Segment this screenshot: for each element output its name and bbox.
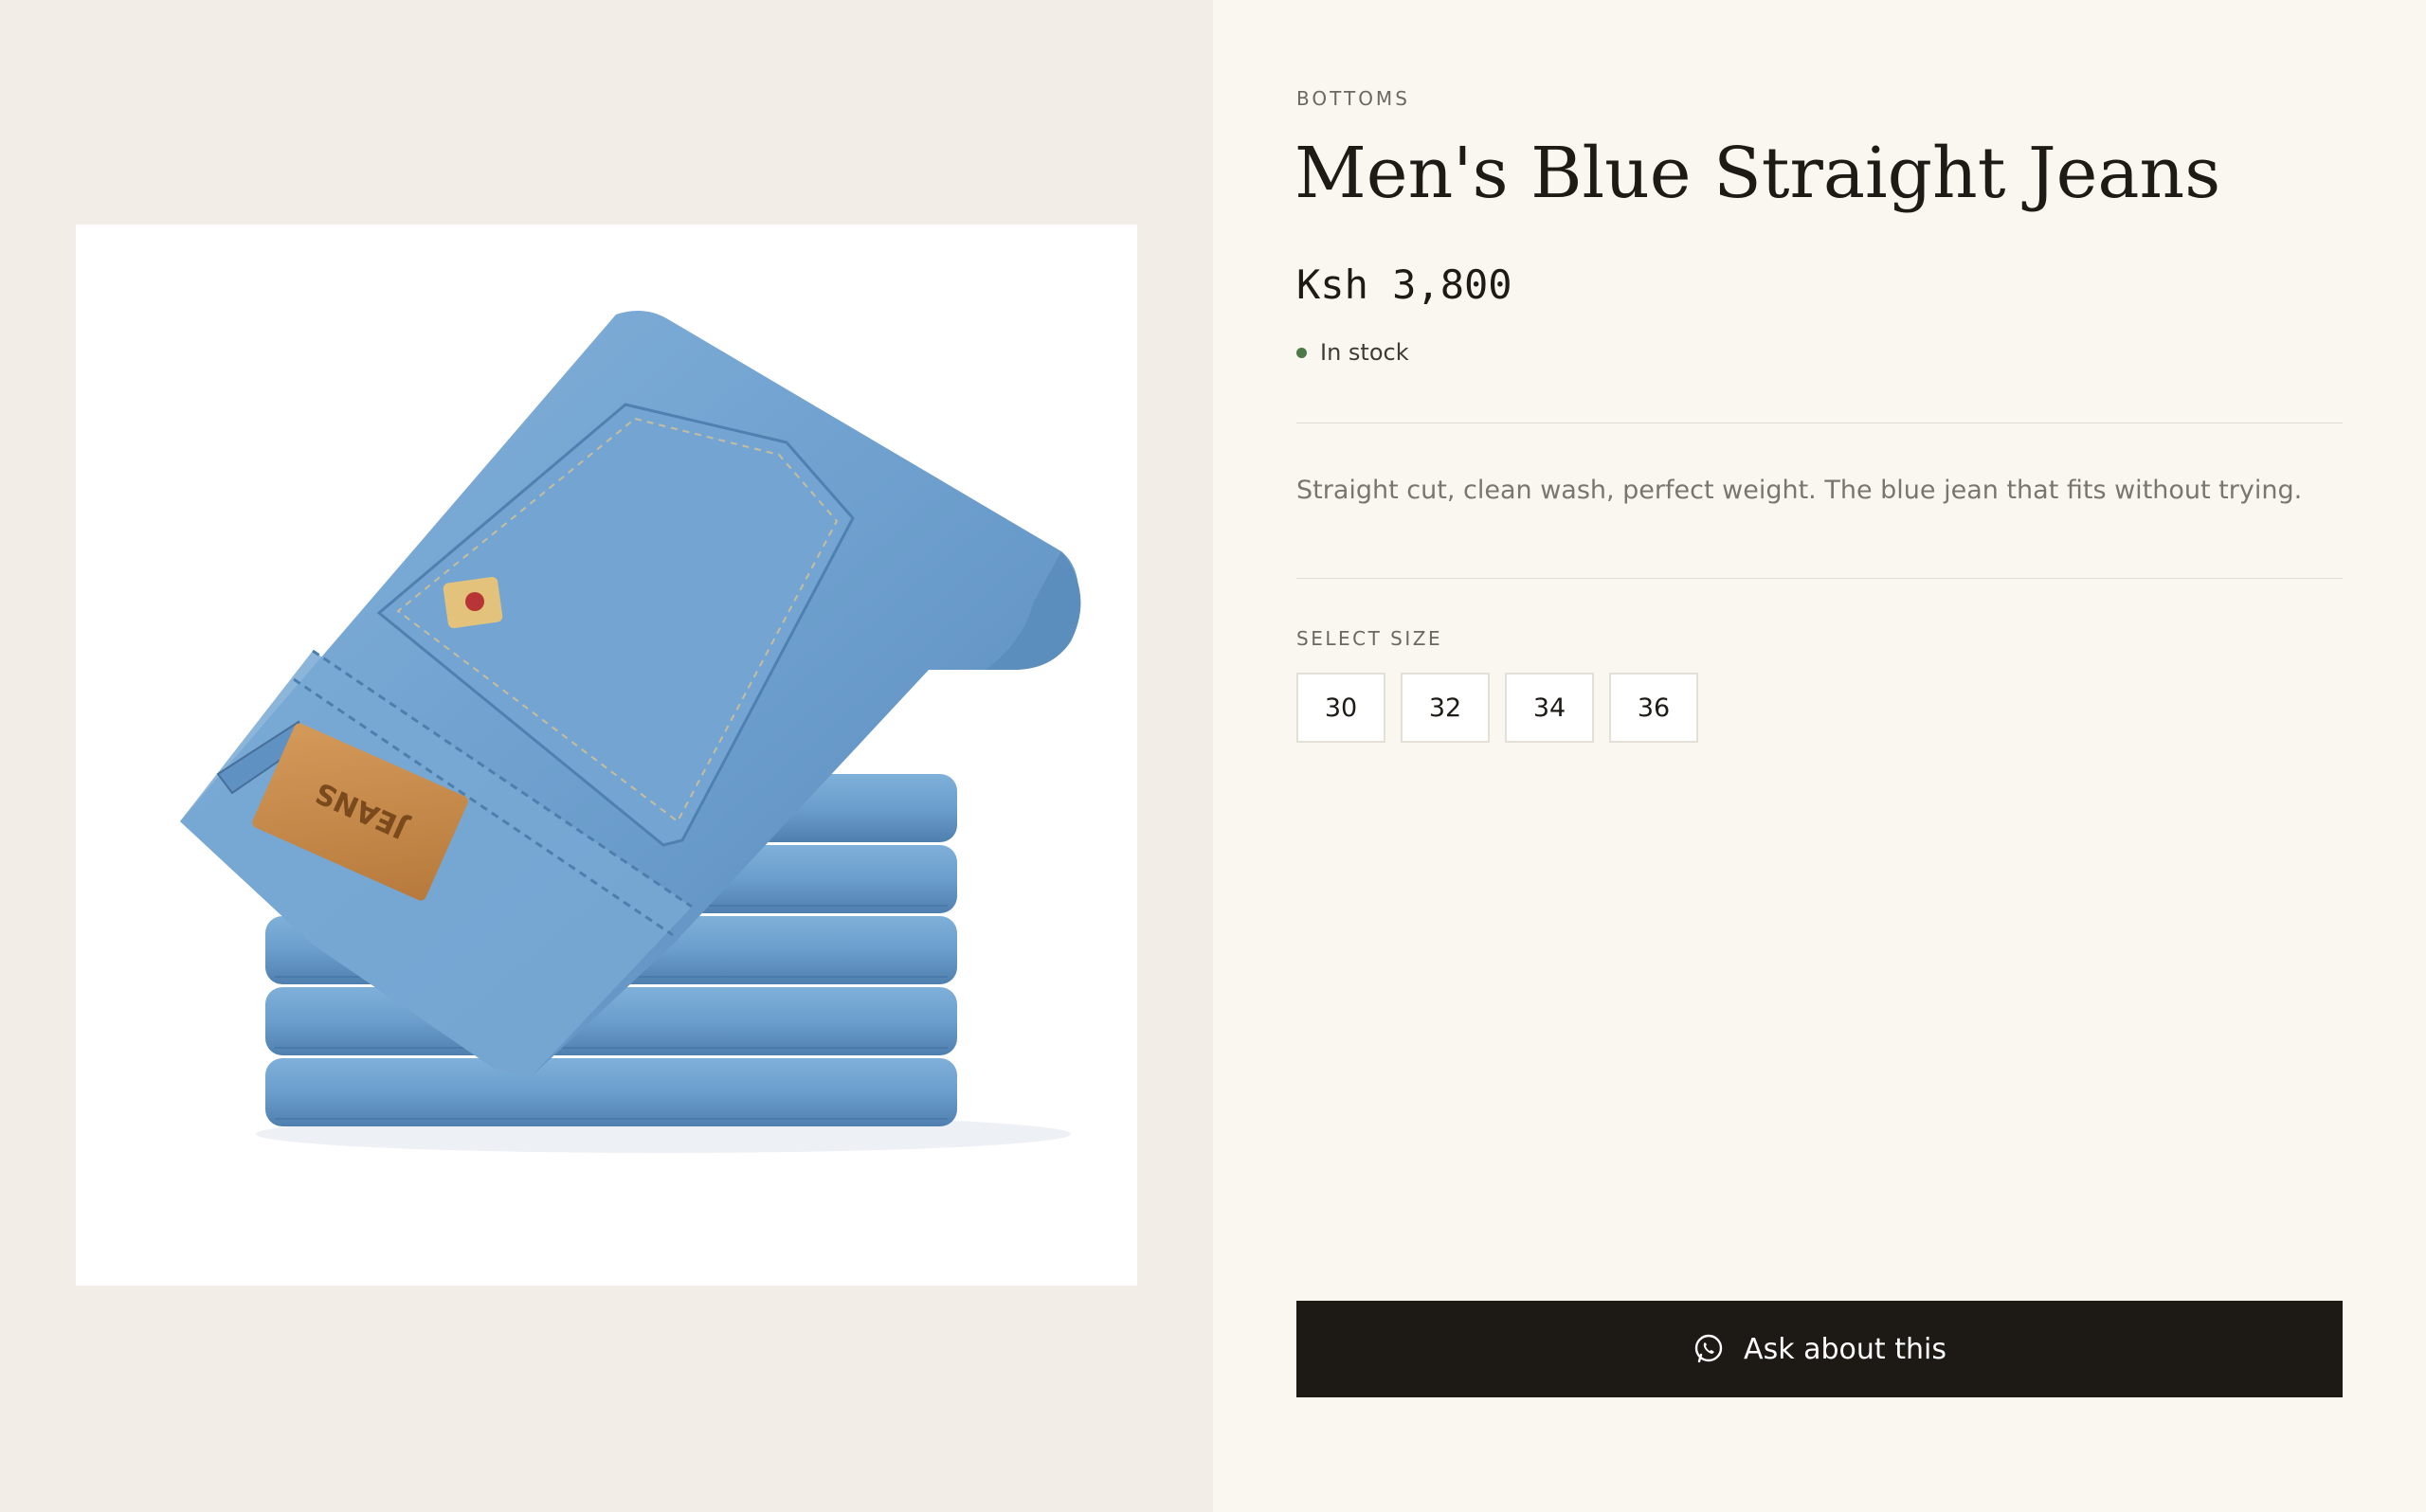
size-option-36[interactable]: 36 [1609,673,1698,743]
product-price: Ksh 3,800 [1296,261,1512,308]
size-selector: 30 32 34 36 [1296,673,1698,743]
product-title: Men's Blue Straight Jeans [1294,133,2221,214]
divider [1296,578,2343,579]
product-gallery: JEANS [0,0,1213,1512]
product-category: BOTTOMS [1296,87,1410,110]
size-option-30[interactable]: 30 [1296,673,1385,743]
size-option-32[interactable]: 32 [1401,673,1490,743]
size-selector-label: SELECT SIZE [1296,627,1443,650]
product-page: JEANS BOTTOMS Men's Blue Straight Jeans … [0,0,2426,1512]
size-option-34[interactable]: 34 [1505,673,1594,743]
ask-about-this-label: Ask about this [1744,1332,1946,1366]
stock-status-label: In stock [1320,339,1409,366]
stock-status: In stock [1296,339,1409,366]
ask-about-this-button[interactable]: Ask about this [1296,1301,2343,1397]
product-image[interactable]: JEANS [76,225,1137,1286]
product-description: Straight cut, clean wash, perfect weight… [1296,476,2303,505]
jeans-illustration: JEANS [180,311,1081,1153]
whatsapp-icon [1693,1333,1725,1365]
product-details: BOTTOMS Men's Blue Straight Jeans Ksh 3,… [1213,0,2426,1512]
stock-dot-icon [1296,347,1307,358]
